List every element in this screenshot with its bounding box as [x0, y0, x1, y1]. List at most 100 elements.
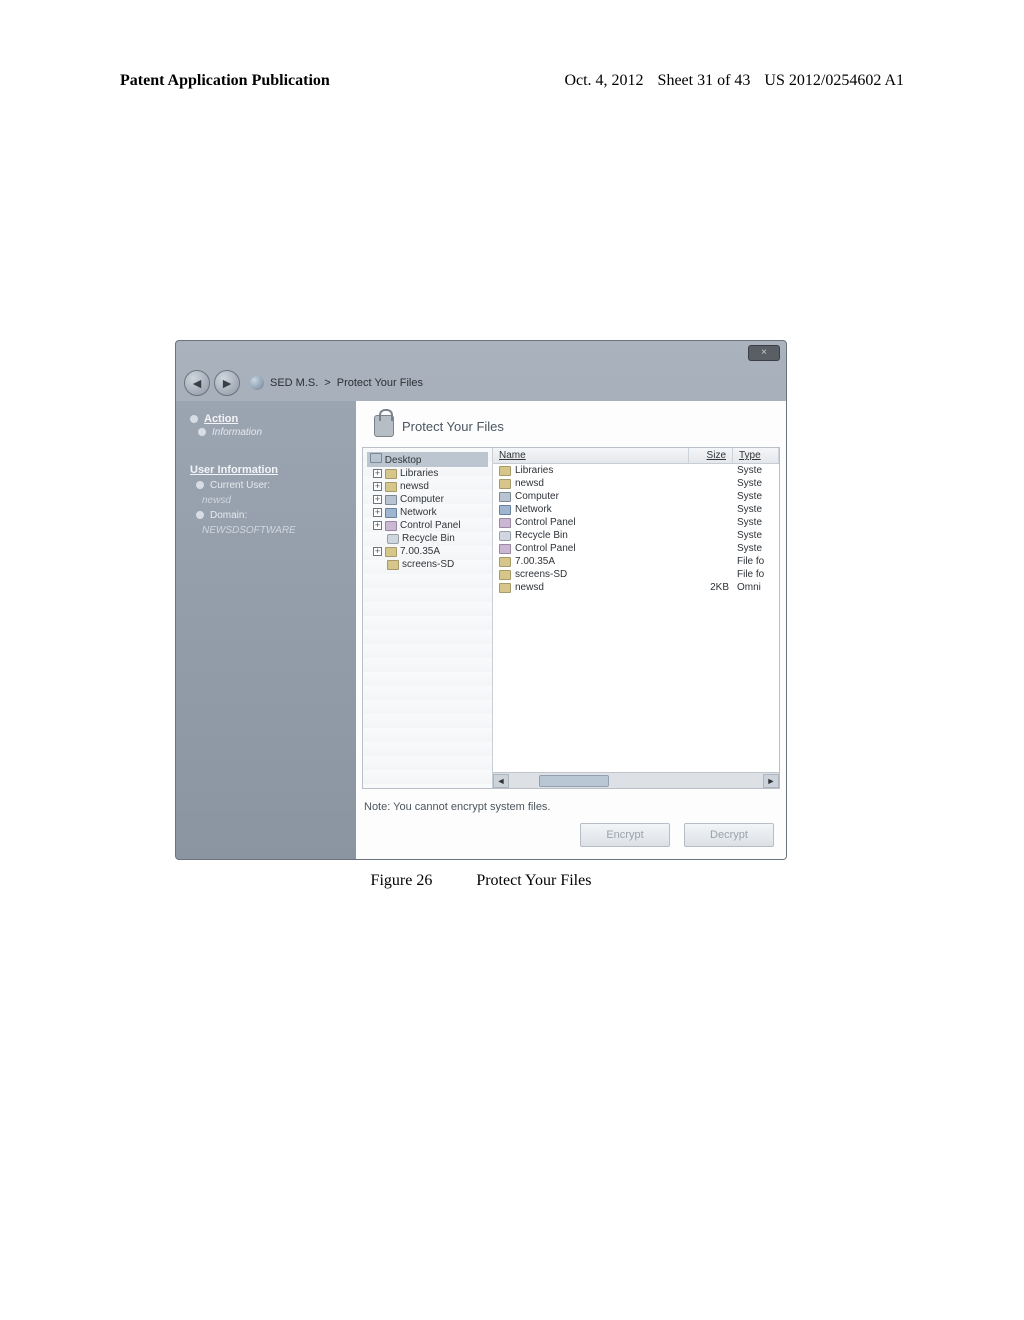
page-title: Protect Your Files — [374, 415, 504, 437]
decrypt-button[interactable]: Decrypt — [684, 823, 774, 847]
pub-label: Patent Application Publication — [120, 72, 330, 90]
expand-icon[interactable]: + — [373, 469, 382, 478]
expand-icon[interactable]: + — [373, 482, 382, 491]
scroll-right-button[interactable]: ► — [763, 774, 779, 788]
item-size — [689, 569, 733, 580]
crumb-sep: > — [324, 377, 330, 389]
list-item[interactable]: NetworkSyste — [493, 503, 779, 516]
pub-sheet: Sheet 31 of 43 — [658, 72, 751, 89]
item-type: Syste — [733, 504, 779, 515]
col-name[interactable]: Name — [493, 448, 689, 463]
tree-node-libraries[interactable]: + Libraries — [373, 467, 488, 480]
list-item[interactable]: LibrariesSyste — [493, 464, 779, 477]
tree-node-computer[interactable]: +Computer — [373, 493, 488, 506]
list-item[interactable]: Control PanelSyste — [493, 542, 779, 555]
crumb-page[interactable]: Protect Your Files — [337, 377, 423, 389]
list-header[interactable]: Name Size Type — [493, 448, 779, 464]
tree-node-network[interactable]: + Network — [373, 506, 488, 519]
sidebar-item-information-label: Information — [212, 427, 262, 438]
item-size — [689, 556, 733, 567]
expand-icon[interactable]: + — [373, 495, 382, 504]
list-item[interactable]: Recycle BinSyste — [493, 529, 779, 542]
pub-date: Oct. 4, 2012 — [564, 72, 643, 89]
sidebar-value-domain: NEWSDSOFTWARE — [202, 525, 346, 536]
sidebar-item-information[interactable]: Information — [198, 427, 346, 438]
tree-label: Network — [400, 507, 437, 518]
pub-number: US 2012/0254602 A1 — [764, 72, 904, 89]
recycle-bin-icon — [387, 534, 399, 544]
folder-tree[interactable]: Desktop + Libraries + newsd +Computer + Net… — [363, 448, 493, 788]
list-body: LibrariesSystenewsdSysteComputerSysteNet… — [493, 464, 779, 594]
tree-node-70035a[interactable]: +7.00.35A — [373, 545, 488, 558]
forward-button[interactable]: ► — [214, 370, 240, 396]
tree-node-control-panel[interactable]: +Control Panel — [373, 519, 488, 532]
item-size — [689, 491, 733, 502]
expand-icon[interactable]: + — [373, 508, 382, 517]
tree-node-screens-sd[interactable]: screens-SD — [373, 558, 488, 571]
col-size[interactable]: Size — [689, 448, 733, 463]
bullet-icon — [196, 511, 204, 519]
item-type: Syste — [733, 465, 779, 476]
nav-row: ◄ ► SED M.S. > Protect Your Files — [184, 369, 778, 397]
item-size — [689, 530, 733, 541]
button-row: Encrypt Decrypt — [580, 823, 774, 847]
sidebar-cat-action[interactable]: Action — [190, 413, 346, 425]
list-item[interactable]: Control Panel Syste — [493, 516, 779, 529]
folder-icon — [385, 469, 397, 479]
breadcrumb: SED M.S. > Protect Your Files — [250, 376, 423, 390]
scroll-track[interactable] — [509, 774, 763, 788]
item-icon — [499, 505, 511, 515]
sidebar-label-current-user: Current User: — [196, 480, 346, 491]
tree-label: screens-SD — [402, 559, 454, 570]
item-name: Control Panel — [515, 543, 576, 554]
tree-node-recycle-bin[interactable]: Recycle Bin — [373, 532, 488, 545]
item-name: Recycle Bin — [515, 530, 568, 541]
tree-root-desktop[interactable]: Desktop — [367, 452, 488, 467]
lock-icon — [374, 415, 394, 437]
sidebar-cat-action-label: Action — [204, 413, 238, 425]
list-item[interactable]: screens-SDFile fo — [493, 568, 779, 581]
sidebar-cat-userinfo: User Information — [190, 464, 346, 476]
scroll-left-button[interactable]: ◄ — [493, 774, 509, 788]
file-list[interactable]: Name Size Type LibrariesSystenewsdSysteC… — [493, 448, 779, 788]
horizontal-scrollbar[interactable]: ◄ ► — [493, 772, 779, 788]
item-icon — [499, 583, 511, 593]
item-size — [689, 504, 733, 515]
window-body: Action Information User Information Curr… — [176, 401, 786, 859]
list-item[interactable]: 7.00.35AFile fo — [493, 555, 779, 568]
item-type: Syste — [733, 491, 779, 502]
figure-title: Protect Your Files — [476, 872, 591, 889]
list-item[interactable]: Computer Syste — [493, 490, 779, 503]
tree-node-newsd[interactable]: + newsd — [373, 480, 488, 493]
list-item[interactable]: newsdSyste — [493, 477, 779, 490]
item-name: Computer — [515, 491, 559, 502]
item-size — [689, 478, 733, 489]
back-button[interactable]: ◄ — [184, 370, 210, 396]
bullet-icon — [198, 428, 206, 436]
item-icon — [499, 492, 511, 502]
tree-label: Recycle Bin — [402, 533, 455, 544]
expand-icon[interactable]: + — [373, 521, 382, 530]
domain-label: Domain: — [210, 510, 247, 521]
close-button[interactable]: × — [748, 345, 780, 361]
item-name: Control Panel — [515, 517, 576, 528]
expand-icon[interactable]: + — [373, 547, 382, 556]
item-type: Syste — [733, 517, 779, 528]
current-user-label: Current User: — [210, 480, 270, 491]
globe-icon — [250, 376, 264, 390]
tree-label: newsd — [400, 481, 429, 492]
scroll-thumb[interactable] — [539, 775, 609, 787]
item-type: File fo — [733, 569, 779, 580]
item-size — [689, 465, 733, 476]
app-window: × ◄ ► SED M.S. > Protect Your Files Acti… — [175, 340, 787, 860]
crumb-app[interactable]: SED M.S. — [270, 377, 318, 389]
col-type[interactable]: Type — [733, 448, 779, 463]
encrypt-button[interactable]: Encrypt — [580, 823, 670, 847]
tree-label: Libraries — [400, 468, 438, 479]
item-icon — [499, 518, 511, 528]
list-item[interactable]: newsd2KBOmni — [493, 581, 779, 594]
item-size — [689, 517, 733, 528]
item-name: newsd — [515, 582, 544, 593]
main-panel: Protect Your Files Desktop + Libraries + n… — [356, 401, 786, 859]
tree-root-label: Desktop — [385, 455, 422, 466]
